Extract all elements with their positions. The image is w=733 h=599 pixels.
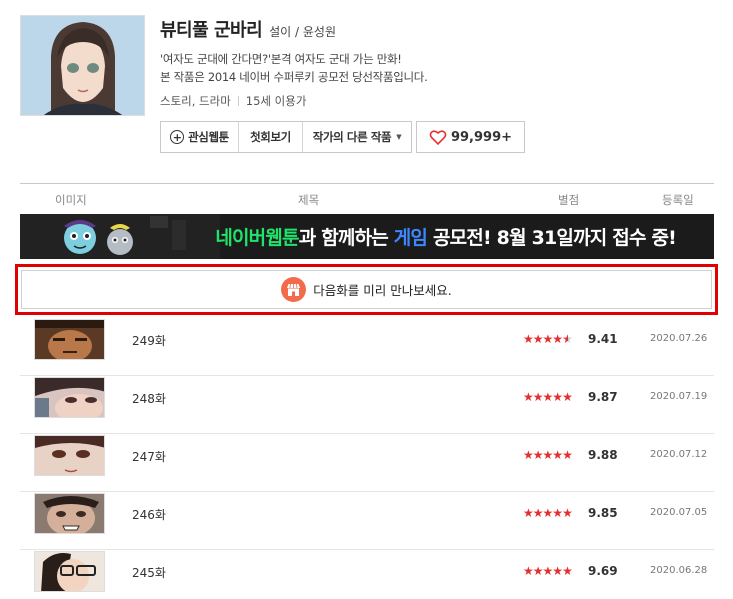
description-line-2: 본 작품은 2014 네이버 수퍼루키 공모전 당선작품입니다.	[160, 70, 428, 84]
favorite-label: 관심웹툰	[188, 130, 229, 144]
contest-banner[interactable]: 네이버웹툰과 함께하는 게임 공모전! 8월 31일까지 접수 중!	[20, 214, 714, 259]
description-line-1: '여자도 군대에 간다면?'본격 여자도 군대 가는 만화!	[160, 52, 402, 66]
episode-date: 2020.06.28	[650, 565, 708, 576]
star-icon: ★	[542, 332, 554, 346]
episode-score: 9.88	[588, 448, 618, 462]
star-icon: ★	[523, 506, 534, 520]
star-rating: ★ ★ ★ ★ ★	[523, 332, 573, 346]
preview-next-episode-box: 다음화를 미리 만나보세요.	[15, 264, 718, 315]
header-title: 제목	[298, 193, 320, 207]
preview-text: 다음화를 미리 만나보세요.	[313, 283, 452, 298]
genre-info: 스토리, 드라마 15세 이용가	[160, 93, 306, 109]
banner-characters-image	[20, 214, 220, 259]
first-episode-label: 첫회보기	[250, 130, 291, 144]
episode-score: 9.87	[588, 390, 618, 404]
favorite-button[interactable]: + 관심웹툰	[161, 122, 239, 152]
episode-date: 2020.07.05	[650, 507, 708, 518]
caret-down-icon: ▼	[396, 133, 402, 141]
episode-score: 9.41	[588, 332, 618, 346]
star-icon: ★	[542, 390, 554, 404]
episode-thumbnail[interactable]	[34, 377, 105, 418]
episode-row[interactable]: 245화 ★ ★ ★ ★ ★ 9.69 2020.06.28	[20, 550, 714, 599]
star-icon: ★	[532, 564, 544, 578]
star-icon: ★	[552, 506, 563, 520]
episode-score: 9.69	[588, 564, 618, 578]
banner-text-naver-webtoon: 네이버웹툰	[215, 227, 299, 249]
episode-title[interactable]: 247화	[132, 448, 166, 465]
episode-title[interactable]: 248화	[132, 390, 166, 407]
header-date: 등록일	[662, 193, 694, 207]
star-icon: ★	[552, 332, 563, 346]
age-rating: 15세 이용가	[245, 94, 307, 108]
store-icon	[281, 277, 307, 302]
star-icon: ★	[552, 390, 563, 404]
star-icon: ★	[552, 448, 563, 462]
other-works-dropdown[interactable]: 작가의 다른 작품 ▼	[303, 122, 411, 152]
episode-row[interactable]: 248화 ★ ★ ★ ★ ★ 9.87 2020.07.19	[20, 376, 714, 434]
episode-row[interactable]: 249화 ★ ★ ★ ★ ★ 9.41 2020.07.26	[20, 318, 714, 376]
plus-circle-icon: +	[170, 130, 185, 144]
star-rating: ★ ★ ★ ★ ★	[523, 448, 573, 462]
star-icon: ★	[562, 564, 573, 578]
banner-text: 네이버웹툰과 함께하는 게임 공모전! 8월 31일까지 접수 중!	[215, 223, 676, 250]
like-button[interactable]: 99,999+	[416, 121, 525, 153]
star-icon: ★	[523, 332, 534, 346]
star-icon: ★	[562, 390, 573, 404]
preview-next-episode-button[interactable]: 다음화를 미리 만나보세요.	[21, 270, 712, 309]
episode-date: 2020.07.26	[650, 333, 708, 344]
star-icon: ★	[523, 564, 534, 578]
star-icon: ★	[523, 448, 534, 462]
first-episode-button[interactable]: 첫회보기	[239, 122, 303, 152]
other-works-label: 작가의 다른 작품	[312, 130, 392, 144]
banner-text-game: 게임	[393, 227, 428, 249]
star-icon: ★	[562, 448, 573, 462]
star-icon: ★	[532, 390, 544, 404]
episode-thumbnail[interactable]	[34, 551, 105, 592]
webtoon-author[interactable]: 설이 / 윤성원	[269, 23, 336, 40]
star-rating: ★ ★ ★ ★ ★	[523, 390, 573, 404]
episode-title[interactable]: 245화	[132, 564, 166, 581]
star-icon: ★	[532, 448, 544, 462]
divider	[237, 96, 239, 106]
star-icon: ★	[532, 506, 544, 520]
like-count: 99,999+	[450, 129, 513, 145]
action-button-group: + 관심웹툰 첫회보기 작가의 다른 작품 ▼	[160, 121, 412, 153]
star-icon: ★	[562, 506, 573, 520]
episode-title[interactable]: 249화	[132, 332, 166, 349]
episode-thumbnail[interactable]	[34, 319, 105, 360]
star-icon: ★	[562, 332, 573, 346]
banner-text-deadline: 공모전! 8월 31일까지 접수 중!	[427, 227, 677, 249]
webtoon-description: '여자도 군대에 간다면?'본격 여자도 군대 가는 만화! 본 작품은 201…	[160, 50, 428, 86]
episode-date: 2020.07.12	[650, 449, 708, 460]
episode-row[interactable]: 246화 ★ ★ ★ ★ ★ 9.85 2020.07.05	[20, 492, 714, 550]
star-icon: ★	[532, 332, 544, 346]
episode-thumbnail[interactable]	[34, 435, 105, 476]
episode-thumbnail[interactable]	[34, 493, 105, 534]
star-icon: ★	[542, 564, 554, 578]
episode-title[interactable]: 246화	[132, 506, 166, 523]
table-top-border	[20, 183, 714, 184]
star-rating: ★ ★ ★ ★ ★	[523, 564, 573, 578]
episode-date: 2020.07.19	[650, 391, 708, 402]
episode-score: 9.85	[588, 506, 618, 520]
star-icon: ★	[523, 390, 534, 404]
star-icon: ★	[542, 506, 554, 520]
episode-row[interactable]: 247화 ★ ★ ★ ★ ★ 9.88 2020.07.12	[20, 434, 714, 492]
heart-icon	[429, 129, 447, 145]
webtoon-thumbnail[interactable]	[20, 15, 145, 116]
star-rating: ★ ★ ★ ★ ★	[523, 506, 573, 520]
star-icon: ★	[552, 564, 563, 578]
genre-label: 스토리, 드라마	[160, 94, 231, 108]
header-rating: 별점	[558, 193, 580, 207]
webtoon-title: 뷰티풀 군바리	[160, 20, 263, 41]
header-image: 이미지	[55, 193, 87, 207]
star-icon: ★	[542, 448, 554, 462]
banner-text-with: 과 함께하는	[298, 227, 394, 249]
